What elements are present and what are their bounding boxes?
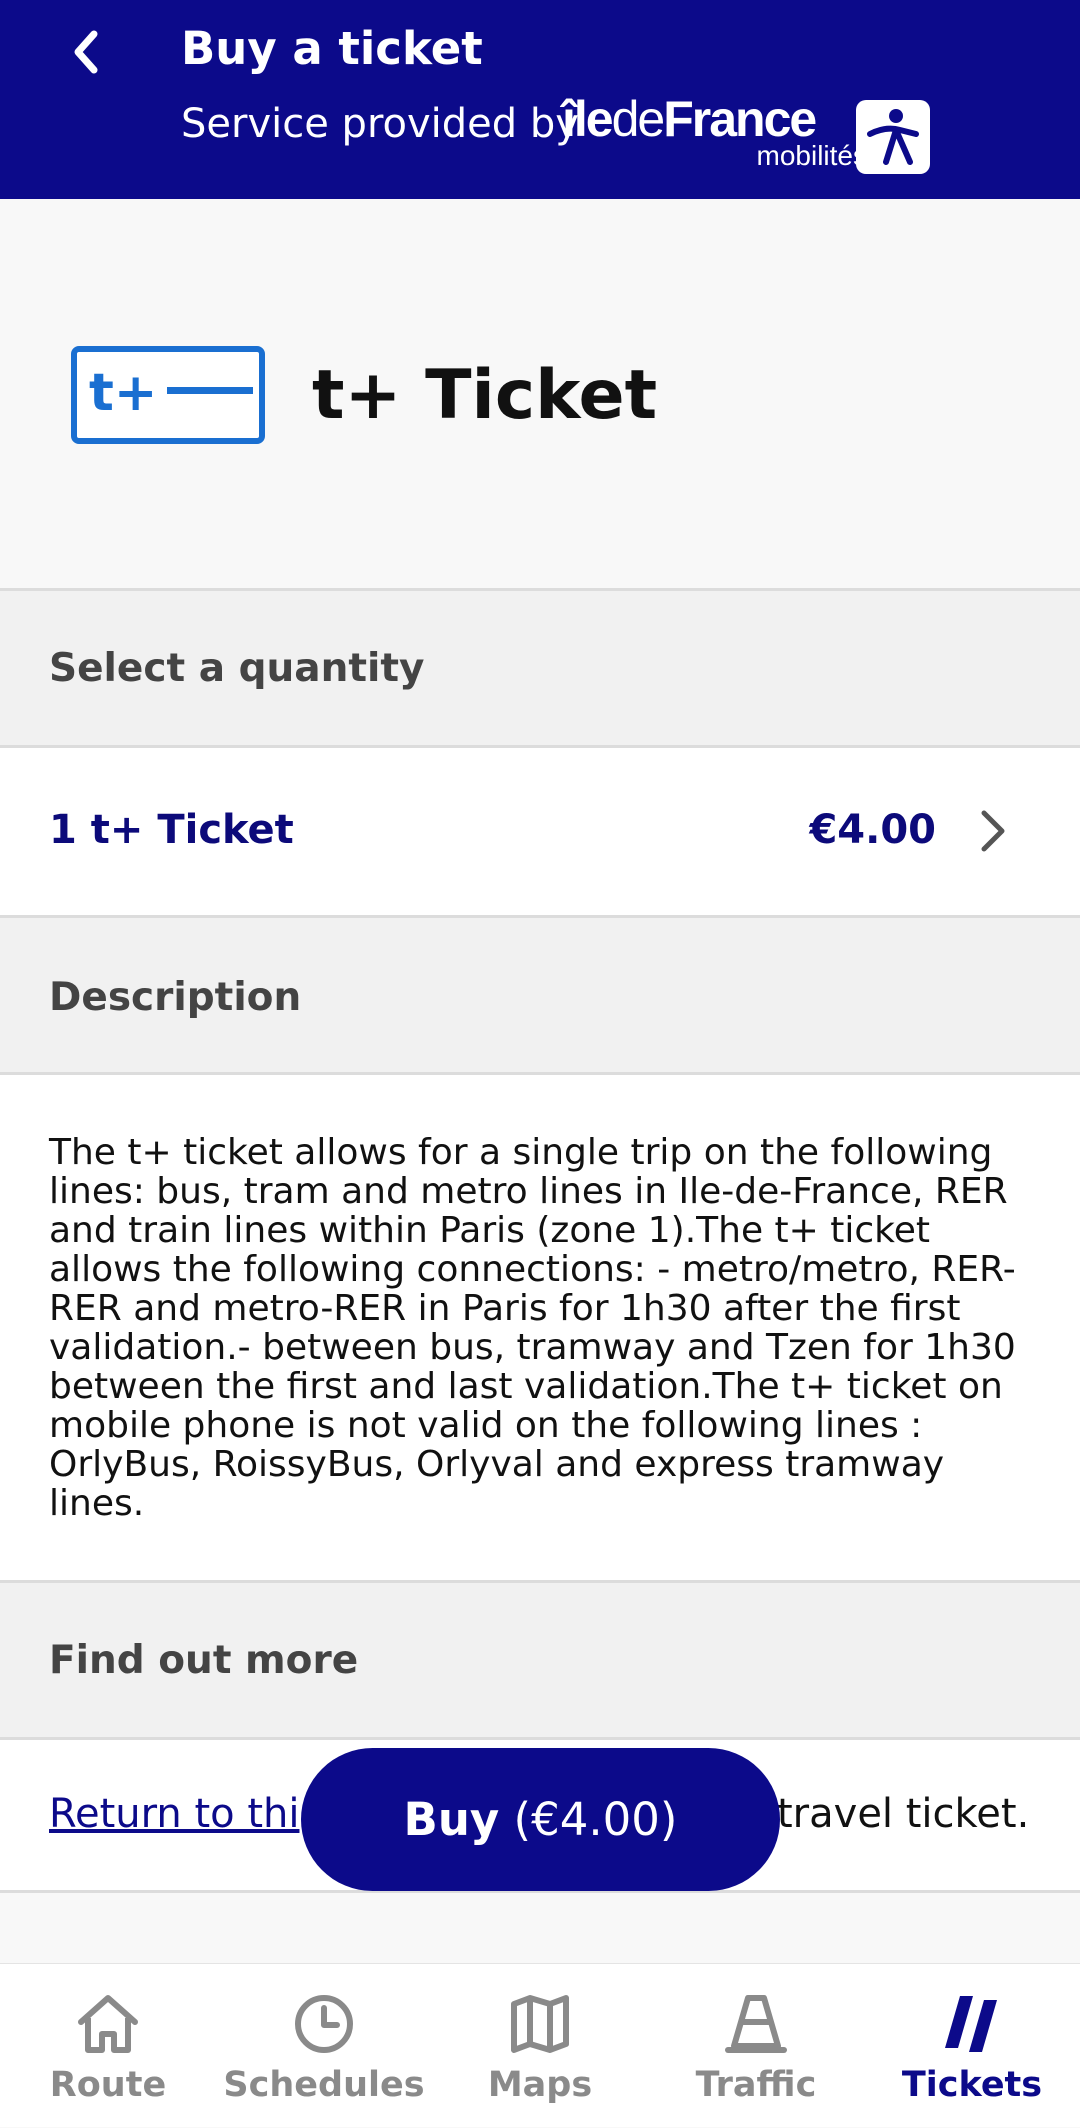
description-body: The t+ ticket allows for a single trip o… [0,1075,1080,1583]
return-link[interactable]: Return to thi [49,1791,299,1837]
buy-button-label: Buy [403,1793,500,1846]
header-subtitle: Service provided by [181,101,579,147]
bottom-nav: Route Schedules Maps Traffic Tickets [0,1963,1080,2127]
description-heading: Description [49,975,302,1020]
chevron-left-icon [74,30,98,74]
app-header: Buy a ticket Service provided by îledeFr… [0,0,1080,199]
nav-tickets-label: Tickets [901,2065,1043,2105]
chevron-right-icon [978,808,1008,854]
page-title: Buy a ticket [181,22,483,75]
description-section-header: Description [0,918,1080,1075]
ticket-tplus-icon: t+ [71,346,265,444]
description-text: The t+ ticket allows for a single trip o… [49,1132,1016,1524]
back-button[interactable] [60,22,110,82]
svg-text:t+: t+ [89,363,157,423]
find-out-more-trailing: travel ticket. [777,1791,1030,1837]
nav-schedules[interactable]: Schedules [216,1964,432,2128]
map-icon [511,1995,569,2053]
nav-maps[interactable]: Maps [432,1964,648,2128]
quantity-price: €4.00 [809,807,936,853]
tickets-icon [945,1996,997,2052]
buy-button-price: (€4.00) [513,1793,678,1846]
nav-traffic[interactable]: Traffic [648,1964,864,2128]
product-title: t+ Ticket [312,356,658,435]
idfm-pictogram-icon [856,100,930,174]
nav-route[interactable]: Route [0,1964,216,2128]
nav-schedules-label: Schedules [223,2065,425,2105]
find-out-more-section-header: Find out more [0,1583,1080,1740]
idfm-logo: îledeFrance mobilités [562,92,932,178]
quantity-section-header: Select a quantity [0,591,1080,748]
quantity-heading: Select a quantity [49,646,425,691]
traffic-cone-icon [725,1995,787,2053]
idfm-wordmark: îledeFrance [562,91,817,147]
quantity-label: 1 t+ Ticket [49,807,294,853]
nav-route-label: Route [49,2065,167,2105]
idfm-mobilites-text: mobilités [756,140,867,171]
nav-tickets[interactable]: Tickets [864,1964,1080,2128]
nav-traffic-label: Traffic [695,2065,817,2105]
nav-maps-label: Maps [487,2065,593,2105]
house-icon [78,1995,138,2053]
clock-icon [295,1995,353,2053]
buy-button[interactable]: Buy (€4.00) [301,1748,780,1891]
quantity-row[interactable]: 1 t+ Ticket €4.00 [0,748,1080,918]
find-out-more-heading: Find out more [49,1638,359,1683]
